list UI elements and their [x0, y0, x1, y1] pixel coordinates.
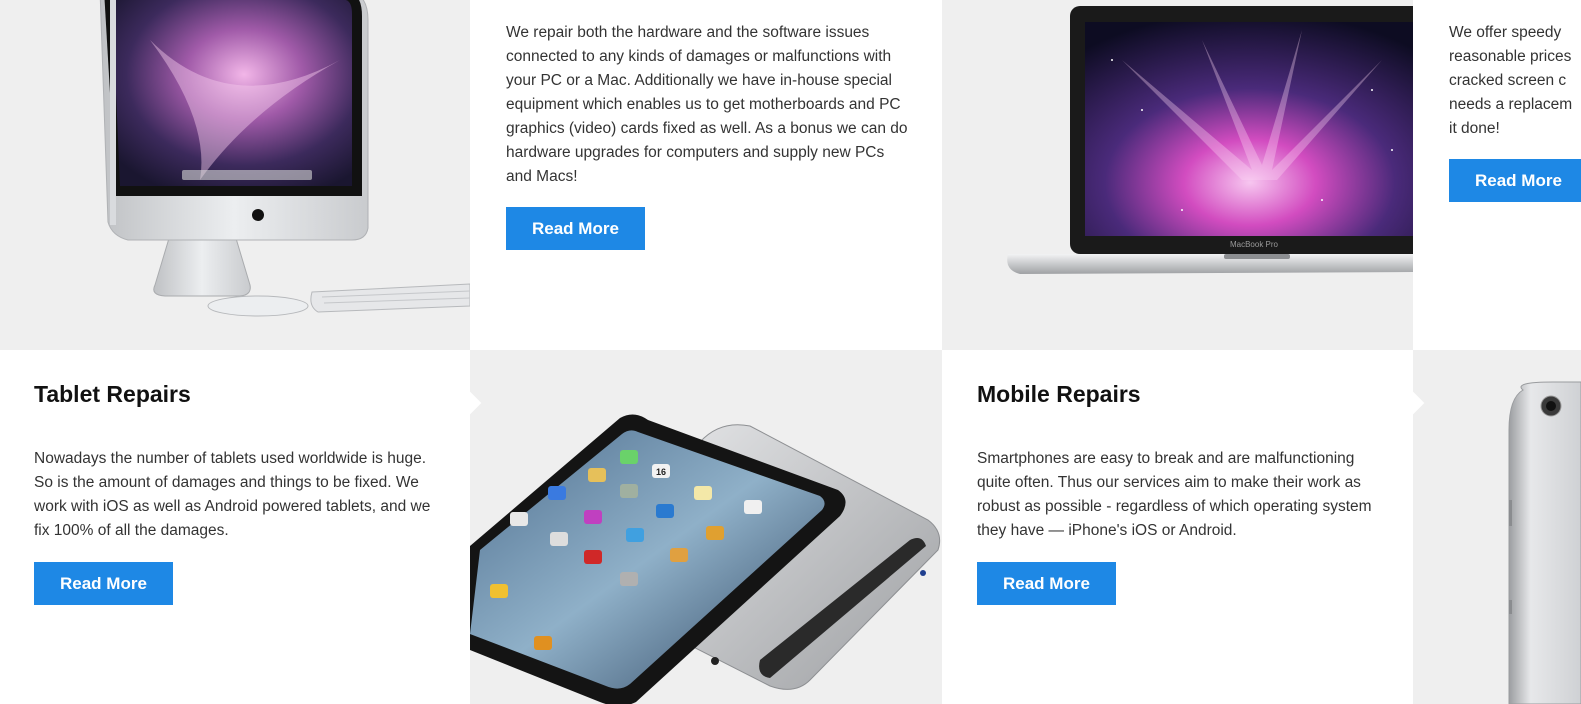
tablet-repairs-panel: Tablet Repairs Nowadays the number of ta… — [0, 350, 470, 704]
macbook-image-panel: MacBook Pro — [942, 0, 1413, 350]
imac-image — [99, 0, 470, 317]
tablet-repairs-description: Nowadays the number of tablets used worl… — [34, 450, 431, 539]
ipad-image-panel: 16 — [470, 350, 942, 704]
macbook-brand-label: MacBook Pro — [1230, 240, 1279, 249]
ipad-image: 16 — [470, 414, 941, 704]
calendar-date-label: 16 — [656, 467, 666, 477]
laptop-read-more-button[interactable]: Read More — [1449, 159, 1581, 202]
pc-repairs-description: We repair both the hardware and the soft… — [506, 24, 908, 185]
iphone-image-panel — [1413, 350, 1581, 704]
mobile-repairs-title: Mobile Repairs — [977, 381, 1141, 407]
pc-repairs-panel: We repair both the hardware and the soft… — [470, 0, 942, 350]
imac-image-panel — [0, 0, 470, 350]
tablet-read-more-button[interactable]: Read More — [34, 562, 173, 605]
mobile-repairs-description: Smartphones are easy to break and are ma… — [977, 450, 1372, 539]
iphone-image — [1508, 381, 1581, 704]
mobile-read-more-button[interactable]: Read More — [977, 562, 1116, 605]
tablet-repairs-title: Tablet Repairs — [34, 381, 191, 407]
laptop-repairs-description: We offer speedy reasonable prices cracke… — [1449, 24, 1573, 137]
macbook-image: MacBook Pro — [1007, 6, 1413, 274]
pc-read-more-button[interactable]: Read More — [506, 207, 645, 250]
mobile-repairs-panel: Mobile Repairs Smartphones are easy to b… — [942, 350, 1413, 704]
laptop-repairs-panel: We offer speedy reasonable prices cracke… — [1413, 0, 1581, 350]
